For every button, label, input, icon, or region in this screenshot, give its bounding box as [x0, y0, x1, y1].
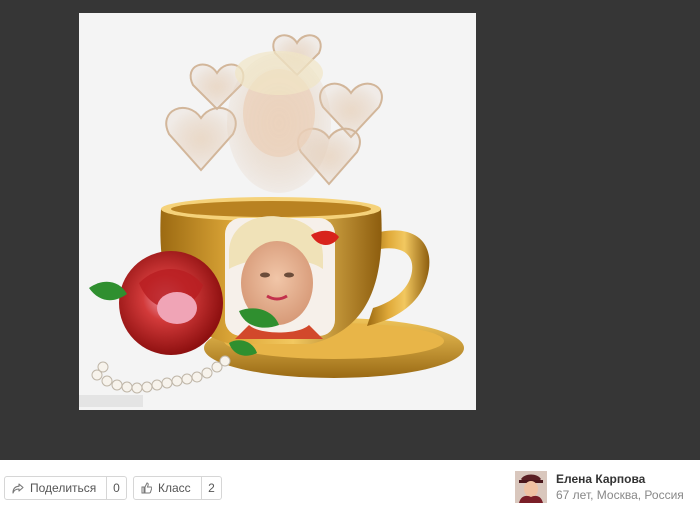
photo-image: [79, 13, 476, 410]
share-arrow-icon: [12, 482, 24, 494]
like-group: Класс 2: [133, 476, 222, 500]
photo[interactable]: [79, 13, 476, 410]
share-button-label: Поделиться: [30, 481, 97, 495]
photo-viewer: [0, 0, 700, 460]
like-count: 2: [208, 481, 215, 495]
share-group: Поделиться 0: [4, 476, 127, 500]
like-button-label: Класс: [158, 481, 191, 495]
share-count: 0: [113, 481, 120, 495]
share-button[interactable]: Поделиться: [5, 477, 107, 499]
avatar[interactable]: [515, 471, 547, 503]
author-meta: 67 лет, Москва, Россия: [556, 488, 684, 502]
thumbs-up-icon: [141, 482, 152, 494]
like-button[interactable]: Класс: [134, 477, 202, 499]
author-name[interactable]: Елена Карпова: [556, 472, 645, 486]
